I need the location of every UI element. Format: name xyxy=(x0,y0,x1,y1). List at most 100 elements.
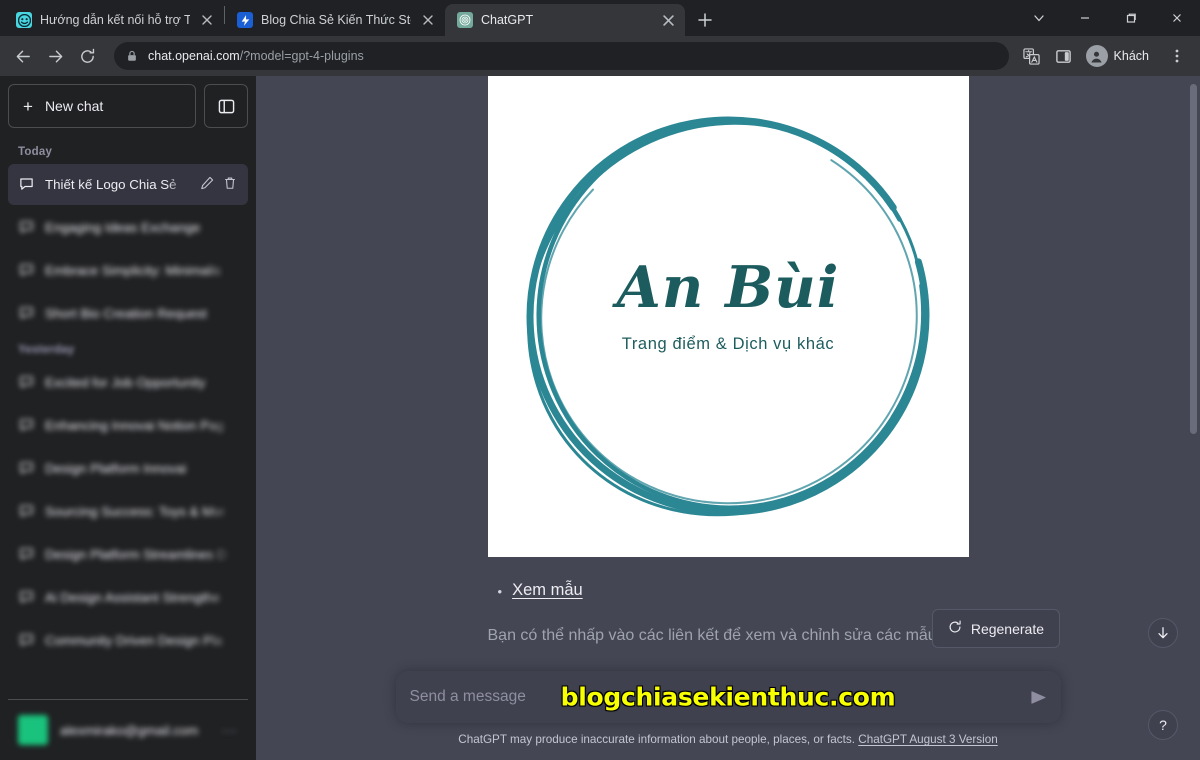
chat-title: Community Driven Design Pla xyxy=(45,633,223,648)
tab-close-icon[interactable] xyxy=(198,11,216,29)
sidebar-top-row: + New chat xyxy=(8,84,248,128)
account-more-icon[interactable]: ··· xyxy=(222,723,238,738)
chat-bubble-icon xyxy=(19,460,34,478)
maximize-icon[interactable] xyxy=(1108,0,1154,36)
send-arrow-icon[interactable] xyxy=(1030,689,1047,706)
delete-trash-icon[interactable] xyxy=(223,176,237,193)
new-chat-button[interactable]: + New chat xyxy=(8,84,196,128)
page-scrollbar[interactable] xyxy=(1190,84,1197,434)
tab-title: ChatGPT xyxy=(481,13,534,27)
tab-strip: Hướng dẫn kết nối hỗ trợ Teamvi Blog Chi… xyxy=(0,0,1200,36)
user-avatar xyxy=(18,715,48,745)
sidebar-footer: alexmirako@gmail.com ··· xyxy=(8,699,248,752)
regenerate-button[interactable]: Regenerate xyxy=(931,609,1060,648)
edit-pencil-icon[interactable] xyxy=(200,176,214,193)
profile-name: Khách xyxy=(1113,49,1149,63)
side-panel-icon xyxy=(218,99,234,113)
chat-bubble-icon xyxy=(19,589,34,607)
chat-bubble-icon xyxy=(19,262,34,280)
browser-tab-3-active[interactable]: ChatGPT xyxy=(445,4,685,36)
assistant-message-body: • Xem mẫu Bạn có thể nhấp vào các liên k… xyxy=(488,581,969,645)
arrow-down-icon xyxy=(1158,627,1168,639)
logo-tagline: Trang điểm & Dịch vụ khác xyxy=(621,335,835,353)
avatar-icon xyxy=(1085,45,1108,67)
chat-title: Excited for Job Opportunity xyxy=(45,375,206,390)
xem-mau-link[interactable]: Xem mẫu xyxy=(512,581,583,600)
browser-tab-1[interactable]: Hướng dẫn kết nối hỗ trợ Teamvi xyxy=(4,4,224,36)
new-chat-label: New chat xyxy=(44,98,104,114)
version-link[interactable]: ChatGPT August 3 Version xyxy=(858,733,997,746)
side-panel-icon[interactable] xyxy=(1049,41,1079,71)
scroll-to-bottom-button[interactable] xyxy=(1148,618,1178,648)
url-path: /?model=gpt-4-plugins xyxy=(239,49,364,63)
chat-main: An Bùi Trang điểm & Dịch vụ khác • Xem m… xyxy=(256,76,1200,760)
sidebar-item-excited-for-job-opportunity[interactable]: Excited for Job Opportunity xyxy=(8,362,248,403)
sidebar-item-ai-design-assistant[interactable]: Ai Design Assistant Strengthe xyxy=(8,577,248,618)
sidebar-item-embrace-simplicity[interactable]: Embrace Simplicity: Minimalis xyxy=(8,250,248,291)
chatgpt-page: + New chat Today Thiết kế Logo Chia Sẻ E… xyxy=(0,76,1200,760)
tab-close-icon[interactable] xyxy=(419,11,437,29)
account-email: alexmirako@gmail.com xyxy=(60,722,199,738)
message-input-placeholder[interactable]: Send a message xyxy=(410,688,1030,706)
regenerate-label: Regenerate xyxy=(970,620,1044,637)
reload-icon[interactable] xyxy=(72,41,102,71)
bullet-marker: • xyxy=(497,584,503,599)
profile-chip[interactable]: Khách xyxy=(1083,42,1160,70)
sidebar-item-design-platform-innovai[interactable]: Design Platform Innovai xyxy=(8,448,248,489)
chat-bubble-icon xyxy=(19,417,34,435)
tab-close-icon[interactable] xyxy=(659,11,677,29)
sidebar-item-thiet-ke-logo-chia-se[interactable]: Thiết kế Logo Chia Sẻ xyxy=(8,164,248,205)
composer-outer: Send a message blogchiasekienthuc.com xyxy=(256,671,1200,733)
chat-title: Design Platform Innovai xyxy=(45,461,187,476)
back-arrow-icon[interactable] xyxy=(8,41,38,71)
chat-title: Design Platform Streamlines D xyxy=(45,547,227,562)
sidebar-item-engaging-ideas-exchange[interactable]: Engaging Ideas Exchange xyxy=(8,207,248,248)
address-bar[interactable]: chat.openai.com/?model=gpt-4-plugins xyxy=(114,42,1009,70)
chat-bubble-icon xyxy=(19,374,34,392)
message-scroll-area[interactable]: An Bùi Trang điểm & Dịch vụ khác • Xem m… xyxy=(256,76,1200,671)
three-dot-menu-icon[interactable] xyxy=(1162,41,1192,71)
chat-sidebar: + New chat Today Thiết kế Logo Chia Sẻ E… xyxy=(0,76,256,760)
sidebar-item-community-driven-design[interactable]: Community Driven Design Pla xyxy=(8,620,248,661)
account-row[interactable]: alexmirako@gmail.com ··· xyxy=(8,708,248,752)
chat-bubble-icon xyxy=(19,546,34,564)
close-icon[interactable] xyxy=(1154,0,1200,36)
message-composer[interactable]: Send a message blogchiasekienthuc.com xyxy=(395,671,1061,723)
generated-logo-image[interactable]: An Bùi Trang điểm & Dịch vụ khác xyxy=(487,76,969,557)
refresh-icon xyxy=(948,620,962,637)
help-button[interactable]: ? xyxy=(1148,710,1178,740)
chat-title: Thiết kế Logo Chia Sẻ xyxy=(45,177,177,192)
chat-bubble-icon xyxy=(19,305,34,323)
blog-favicon-icon xyxy=(237,12,253,28)
translate-icon[interactable] xyxy=(1017,41,1047,71)
help-question-mark-icon: ? xyxy=(1159,717,1167,733)
browser-toolbar: chat.openai.com/?model=gpt-4-plugins Khá… xyxy=(0,36,1200,76)
footer-disclaimer: ChatGPT may produce inaccurate informati… xyxy=(256,733,1200,760)
assistant-note-text: Bạn có thể nhấp vào các liên kết để xem … xyxy=(487,627,967,644)
address-bar-url: chat.openai.com/?model=gpt-4-plugins xyxy=(148,49,364,63)
conversation-list[interactable]: Today Thiết kế Logo Chia Sẻ Engaging Ide… xyxy=(8,138,248,699)
sidebar-item-enhancing-innovai-notion[interactable]: Enhancing Innovai Notion Pag xyxy=(8,405,248,446)
collapse-sidebar-button[interactable] xyxy=(204,84,248,128)
chat-bubble-icon xyxy=(19,176,34,194)
tab-search-chevron-down-icon[interactable] xyxy=(1016,0,1062,36)
window-controls xyxy=(1016,0,1200,36)
teamviewer-favicon-icon xyxy=(16,12,32,28)
sidebar-item-sourcing-success[interactable]: Sourcing Success: Toys & Mor xyxy=(8,491,248,532)
sidebar-item-design-platform-streamlines[interactable]: Design Platform Streamlines D xyxy=(8,534,248,575)
browser-window: Hướng dẫn kết nối hỗ trợ Teamvi Blog Chi… xyxy=(0,0,1200,760)
regenerate-bar: Regenerate xyxy=(931,609,1060,648)
new-tab-button[interactable] xyxy=(691,6,719,34)
tab-title: Blog Chia Sẻ Kiến Thức Store - Sh xyxy=(261,13,411,27)
bullet-list-item: • Xem mẫu xyxy=(488,581,969,603)
chat-row-actions xyxy=(200,176,237,193)
sidebar-item-short-bio-creation-request[interactable]: Short Bio Creation Request xyxy=(8,293,248,334)
chat-bubble-icon xyxy=(19,503,34,521)
minimize-icon[interactable] xyxy=(1062,0,1108,36)
chat-title: Sourcing Success: Toys & Mor xyxy=(45,504,226,519)
composer-region: Regenerate Send a message blogchiasekien… xyxy=(256,609,1200,760)
browser-tab-2[interactable]: Blog Chia Sẻ Kiến Thức Store - Sh xyxy=(225,4,445,36)
plus-icon: + xyxy=(23,96,33,116)
forward-arrow-icon[interactable] xyxy=(40,41,70,71)
chat-title: Engaging Ideas Exchange xyxy=(45,220,201,235)
